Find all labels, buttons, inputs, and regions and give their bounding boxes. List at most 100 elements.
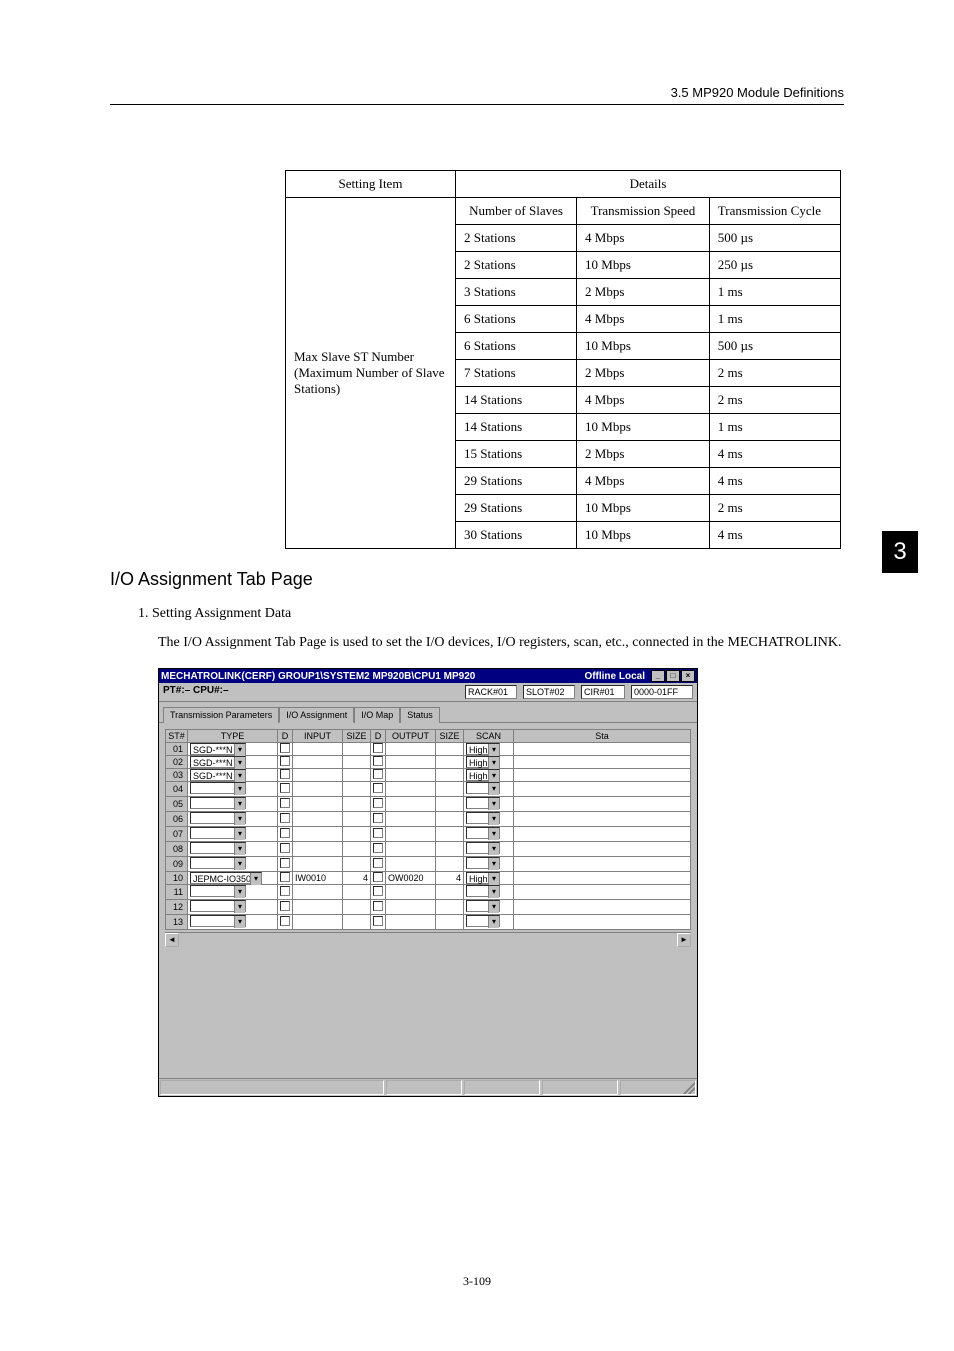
horizontal-scrollbar[interactable]: ◄ ► [165, 932, 691, 946]
cell-scan[interactable]: High [464, 769, 514, 782]
cell-input[interactable] [293, 812, 343, 827]
cell-type[interactable] [188, 797, 278, 812]
minimize-icon[interactable]: _ [651, 670, 665, 682]
grid-row[interactable]: 04 [166, 782, 691, 797]
cell-type[interactable] [188, 885, 278, 900]
cell-type[interactable] [188, 900, 278, 915]
grid-row[interactable]: 05 [166, 797, 691, 812]
grid-row[interactable]: 08 [166, 842, 691, 857]
cell-osize[interactable] [436, 812, 464, 827]
cell-scan[interactable] [464, 900, 514, 915]
col-sta[interactable]: Sta [514, 730, 691, 743]
cell-isize[interactable] [343, 885, 371, 900]
cell-output[interactable] [386, 782, 436, 797]
cell-isize[interactable] [343, 812, 371, 827]
cell-d2[interactable] [371, 756, 386, 769]
cell-output[interactable] [386, 857, 436, 872]
col-d1[interactable]: D [278, 730, 293, 743]
grid-row[interactable]: 03SGD-***NHigh [166, 769, 691, 782]
cell-scan[interactable]: High [464, 756, 514, 769]
resize-grip-icon[interactable] [683, 1082, 695, 1094]
grid-row[interactable]: 10JEPMC-IO350IW00104OW00204High [166, 872, 691, 885]
rack-field[interactable] [465, 685, 517, 699]
cell-scan[interactable] [464, 885, 514, 900]
cell-osize[interactable] [436, 842, 464, 857]
cell-d1[interactable] [278, 797, 293, 812]
cell-osize[interactable] [436, 769, 464, 782]
cir-field[interactable] [581, 685, 625, 699]
cell-input[interactable] [293, 915, 343, 930]
cell-scan[interactable] [464, 915, 514, 930]
cell-type[interactable] [188, 782, 278, 797]
grid-row[interactable]: 02SGD-***NHigh [166, 756, 691, 769]
cell-d1[interactable] [278, 842, 293, 857]
cell-output[interactable] [386, 827, 436, 842]
col-type[interactable]: TYPE [188, 730, 278, 743]
cell-type[interactable] [188, 842, 278, 857]
cell-osize[interactable] [436, 915, 464, 930]
cell-type[interactable] [188, 857, 278, 872]
cell-output[interactable] [386, 885, 436, 900]
cell-d2[interactable] [371, 797, 386, 812]
cell-scan[interactable] [464, 812, 514, 827]
cell-isize[interactable] [343, 769, 371, 782]
cell-scan[interactable]: High [464, 872, 514, 885]
grid-row[interactable]: 06 [166, 812, 691, 827]
cell-isize[interactable] [343, 743, 371, 756]
cell-osize[interactable] [436, 900, 464, 915]
cell-output[interactable] [386, 797, 436, 812]
cell-type[interactable]: JEPMC-IO350 [188, 872, 278, 885]
col-st[interactable]: ST# [166, 730, 188, 743]
cell-input[interactable] [293, 797, 343, 812]
cell-isize[interactable] [343, 900, 371, 915]
cell-d1[interactable] [278, 756, 293, 769]
grid-row[interactable]: 11 [166, 885, 691, 900]
cell-d2[interactable] [371, 743, 386, 756]
cell-type[interactable] [188, 827, 278, 842]
cell-input[interactable] [293, 827, 343, 842]
cell-isize[interactable] [343, 756, 371, 769]
cell-d1[interactable] [278, 900, 293, 915]
grid-row[interactable]: 01SGD-***NHigh [166, 743, 691, 756]
cell-input[interactable] [293, 857, 343, 872]
cell-d2[interactable] [371, 827, 386, 842]
cell-isize[interactable]: 4 [343, 872, 371, 885]
cell-output[interactable] [386, 812, 436, 827]
cell-isize[interactable] [343, 827, 371, 842]
maximize-icon[interactable]: □ [666, 670, 680, 682]
cell-d2[interactable] [371, 857, 386, 872]
col-input[interactable]: INPUT [293, 730, 343, 743]
grid-row[interactable]: 12 [166, 900, 691, 915]
cell-input[interactable] [293, 900, 343, 915]
cell-d2[interactable] [371, 842, 386, 857]
cell-scan[interactable]: High [464, 743, 514, 756]
slot-field[interactable] [523, 685, 575, 699]
cell-input[interactable] [293, 782, 343, 797]
cell-d1[interactable] [278, 885, 293, 900]
col-isize[interactable]: SIZE [343, 730, 371, 743]
cell-d2[interactable] [371, 782, 386, 797]
cell-scan[interactable] [464, 842, 514, 857]
cell-d1[interactable] [278, 827, 293, 842]
scroll-right-icon[interactable]: ► [677, 933, 691, 947]
io-grid[interactable]: ST# TYPE D INPUT SIZE D OUTPUT SIZE SCAN… [165, 729, 691, 930]
window-titlebar[interactable]: MECHATROLINK(CERF) GROUP1\SYSTEM2 MP920B… [159, 669, 697, 683]
cell-osize[interactable] [436, 756, 464, 769]
col-d2[interactable]: D [371, 730, 386, 743]
tab-status[interactable]: Status [400, 707, 440, 723]
cell-isize[interactable] [343, 857, 371, 872]
cell-d2[interactable] [371, 885, 386, 900]
cell-type[interactable]: SGD-***N [188, 769, 278, 782]
cell-input[interactable]: IW0010 [293, 872, 343, 885]
cell-d1[interactable] [278, 915, 293, 930]
cell-input[interactable] [293, 769, 343, 782]
cell-isize[interactable] [343, 797, 371, 812]
cell-osize[interactable] [436, 743, 464, 756]
cell-scan[interactable] [464, 857, 514, 872]
cell-type[interactable] [188, 915, 278, 930]
grid-row[interactable]: 13 [166, 915, 691, 930]
cell-input[interactable] [293, 743, 343, 756]
cell-d1[interactable] [278, 743, 293, 756]
cell-type[interactable]: SGD-***N [188, 756, 278, 769]
cell-isize[interactable] [343, 782, 371, 797]
